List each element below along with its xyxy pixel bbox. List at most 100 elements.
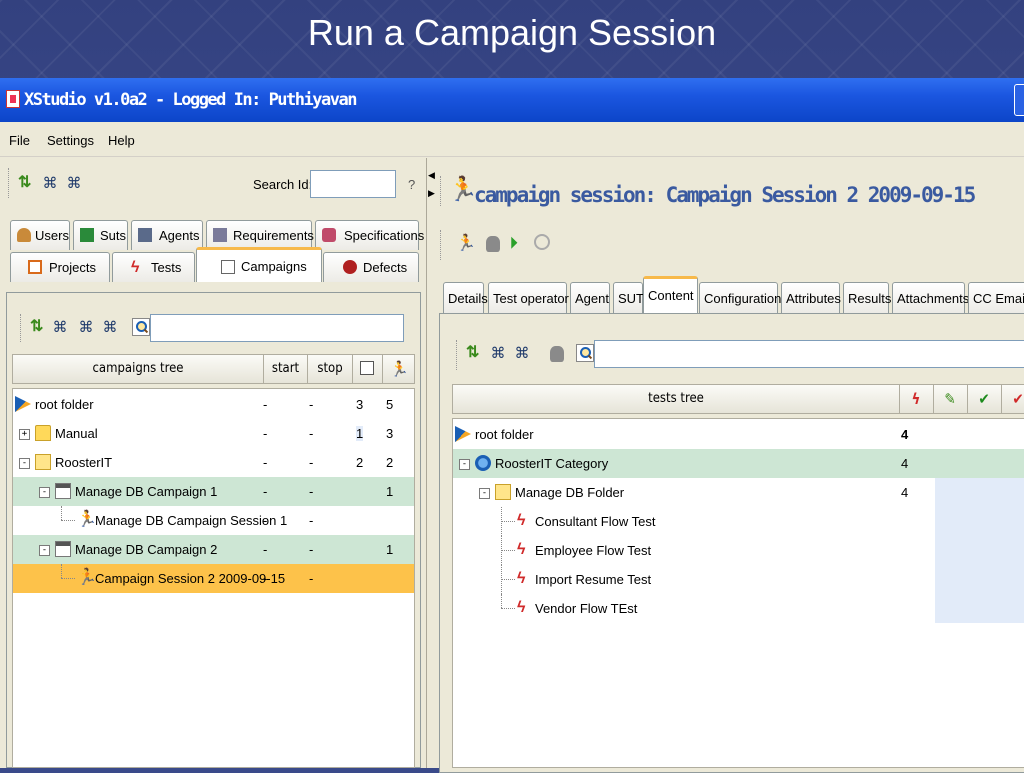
- pane-splitter[interactable]: ◀ ▶: [426, 158, 435, 768]
- table-row-selected[interactable]: 🏃 Campaign Session 2 2009-09-15 - -: [13, 564, 414, 593]
- splitter-arrow-icon[interactable]: ◀: [428, 170, 435, 181]
- column-header-start[interactable]: start: [264, 355, 308, 383]
- toolbar-grip[interactable]: [8, 168, 12, 198]
- root-folder-icon: [15, 396, 31, 412]
- campaigns-table-header: campaigns tree start stop 🏃: [12, 354, 415, 384]
- column-header-passed[interactable]: ✔: [968, 385, 1002, 413]
- tests-filter-input[interactable]: [594, 340, 1024, 368]
- run-play-icon[interactable]: ⏵: [510, 236, 518, 252]
- collapse-all-icon[interactable]: ⌘: [66, 176, 82, 192]
- tab-campaigns[interactable]: Campaigns: [196, 247, 322, 282]
- collapse-all-icon[interactable]: ⌘: [102, 320, 118, 336]
- collapse-toggle[interactable]: -: [39, 545, 50, 556]
- collapse-toggle[interactable]: -: [39, 487, 50, 498]
- tab-tests[interactable]: ϟ Tests: [112, 252, 195, 282]
- row-stop: -: [309, 455, 314, 470]
- column-header-not-run[interactable]: ✎: [934, 385, 968, 413]
- expand-all-icon[interactable]: ⌘: [42, 176, 58, 192]
- tab-content[interactable]: Content: [643, 276, 698, 314]
- tree-connector: [61, 520, 75, 521]
- menu-file[interactable]: File: [9, 133, 30, 148]
- column-header-sessions-count[interactable]: 🏃: [383, 355, 414, 383]
- tab-attachments[interactable]: Attachments: [892, 282, 969, 314]
- tab-configuration[interactable]: Configuration: [699, 282, 781, 314]
- table-row[interactable]: - Manage DB Folder 4: [453, 478, 1024, 507]
- table-row[interactable]: ϟ Consultant Flow Test: [453, 507, 1024, 536]
- test-icon: ϟ: [517, 599, 526, 616]
- tab-users[interactable]: Users: [10, 220, 70, 250]
- expand-all-icon[interactable]: ⌘: [490, 346, 506, 362]
- help-button[interactable]: ?: [408, 177, 415, 192]
- campaigns-tree: root folder - - 3 5 + Manual - - 1 3 - R…: [12, 388, 415, 768]
- tab-test-operator[interactable]: Test operator: [488, 282, 569, 314]
- table-row[interactable]: root folder 4: [453, 420, 1024, 449]
- tab-sut[interactable]: SUT: [613, 282, 644, 314]
- window-control-button[interactable]: [1014, 84, 1024, 116]
- collapse-all-icon[interactable]: ⌘: [514, 346, 530, 362]
- refresh-icon[interactable]: ⇅: [466, 345, 479, 361]
- collapse-toggle[interactable]: -: [459, 459, 470, 470]
- tab-defects[interactable]: Defects: [323, 252, 419, 282]
- refresh-icon[interactable]: ⇅: [18, 175, 31, 191]
- sut-icon: [80, 228, 94, 242]
- toolbar-grip[interactable]: [20, 314, 24, 342]
- table-row[interactable]: - Manage DB Campaign 2 - - 1: [13, 535, 414, 564]
- tab-label: Suts: [100, 228, 127, 243]
- column-header-tests[interactable]: ϟ: [900, 385, 934, 413]
- tab-agents[interactable]: Agents: [131, 220, 203, 250]
- stop-session-icon[interactable]: 🏃: [456, 236, 476, 252]
- tab-results[interactable]: Results: [843, 282, 891, 314]
- table-row[interactable]: ϟ Employee Flow Test: [453, 536, 1024, 565]
- tree-connector: [61, 578, 75, 579]
- collapse-toggle[interactable]: -: [19, 458, 30, 469]
- menu-help[interactable]: Help: [108, 133, 135, 148]
- row-name: Manage DB Campaign 2: [75, 542, 218, 557]
- defect-bug-icon[interactable]: [486, 236, 500, 252]
- search-icon[interactable]: [534, 234, 550, 250]
- search-id-input[interactable]: [310, 170, 396, 198]
- column-header-failed[interactable]: ✔: [1002, 385, 1024, 413]
- java-app-icon: [6, 90, 20, 108]
- campaigns-filter-input[interactable]: [150, 314, 404, 342]
- table-row[interactable]: root folder - - 3 5: [13, 390, 414, 419]
- table-row[interactable]: - Manage DB Campaign 1 - - 1: [13, 477, 414, 506]
- refresh-icon[interactable]: ⇅: [30, 319, 43, 335]
- column-header-campaigns-tree[interactable]: campaigns tree: [13, 355, 264, 383]
- table-row[interactable]: ϟ Import Resume Test: [453, 565, 1024, 594]
- tab-details[interactable]: Details: [443, 282, 488, 314]
- tab-projects[interactable]: Projects: [10, 252, 110, 282]
- column-header-stop[interactable]: stop: [308, 355, 353, 383]
- column-header-tests-count[interactable]: [353, 355, 383, 383]
- column-header-tests-tree[interactable]: tests tree: [453, 385, 900, 413]
- row-sessions-count: 1: [386, 542, 394, 557]
- expand-all-icon[interactable]: ⌘: [52, 320, 68, 336]
- tab-agent[interactable]: Agent: [570, 282, 610, 314]
- tab-cc-emails[interactable]: CC Emails: [968, 282, 1024, 314]
- table-row[interactable]: 🏃 Manage DB Campaign Session 1 - -: [13, 506, 414, 535]
- tab-suts[interactable]: Suts: [73, 220, 128, 250]
- tab-specifications[interactable]: Specifications: [315, 220, 424, 250]
- table-row[interactable]: - RoosterIT Category 4: [453, 449, 1024, 478]
- campaign-calendar-icon: [360, 361, 374, 375]
- tab-attributes[interactable]: Attributes: [781, 282, 841, 314]
- table-row[interactable]: + Manual - - 1 3: [13, 419, 414, 448]
- menu-settings[interactable]: Settings: [47, 133, 94, 148]
- row-sessions-count: 1: [386, 484, 394, 499]
- tab-requirements[interactable]: Requirements: [206, 220, 314, 250]
- splitter-arrow-icon[interactable]: ▶: [428, 188, 435, 199]
- collapse-toggle[interactable]: -: [479, 488, 490, 499]
- tab-label: Tests: [151, 260, 182, 275]
- toolbar-grip[interactable]: [456, 340, 460, 370]
- defect-bug-icon[interactable]: [550, 346, 564, 362]
- toolbar-grip[interactable]: [440, 230, 444, 260]
- search-icon[interactable]: [576, 344, 594, 362]
- slide-title: Run a Campaign Session: [307, 12, 717, 53]
- table-row[interactable]: ϟ Vendor Flow TEst: [453, 594, 1024, 623]
- row-name: Manage DB Campaign Session 1: [95, 513, 288, 528]
- search-icon[interactable]: [132, 318, 150, 336]
- title-bar[interactable]: XStudio v1.0a2 - Logged In: Puthiyavan: [0, 78, 1024, 122]
- expand-toggle[interactable]: +: [19, 429, 30, 440]
- table-row[interactable]: - RoosterIT - - 2 2: [13, 448, 414, 477]
- toolbar-grip[interactable]: [440, 176, 444, 206]
- expand-icon[interactable]: ⌘: [78, 320, 94, 336]
